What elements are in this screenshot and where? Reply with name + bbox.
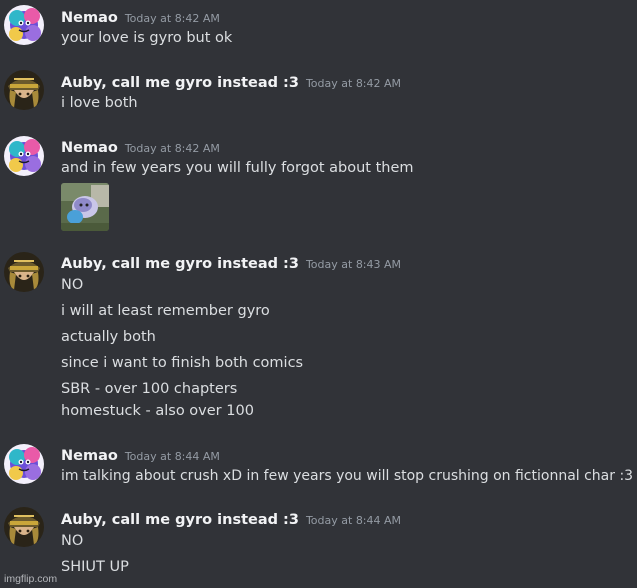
timestamp[interactable]: Today at 8:44 AM [125, 450, 220, 463]
auby-avatar-icon[interactable] [4, 252, 44, 292]
username[interactable]: Nemao [61, 448, 118, 464]
username[interactable]: Auby, call me gyro instead :3 [61, 512, 299, 528]
username[interactable]: Nemao [61, 10, 118, 26]
nemao-avatar-icon[interactable] [4, 136, 44, 176]
message-text: since i want to finish both comics [61, 355, 304, 371]
timestamp[interactable]: Today at 8:42 AM [125, 12, 220, 25]
message-text: your love is gyro but ok [61, 30, 233, 46]
message-text: im talking about crush xD in few years y… [61, 468, 634, 484]
message-text: NO [61, 533, 84, 549]
timestamp[interactable]: Today at 8:42 AM [306, 77, 401, 90]
auby-avatar-icon[interactable] [4, 507, 44, 547]
message-text: i love both [61, 95, 138, 111]
message-text: NO [61, 277, 84, 293]
auby-avatar-icon[interactable] [4, 70, 44, 110]
message-text: i will at least remember gyro [61, 303, 270, 319]
message-text: homestuck - also over 100 [61, 403, 254, 419]
message-text: SBR - over 100 chapters [61, 381, 238, 397]
image-thumbnail[interactable] [61, 183, 109, 231]
nemao-avatar-icon[interactable] [4, 5, 44, 45]
timestamp[interactable]: Today at 8:42 AM [125, 142, 220, 155]
timestamp[interactable]: Today at 8:44 AM [306, 514, 401, 527]
imgflip-watermark: imgflip.com [4, 573, 58, 585]
username[interactable]: Auby, call me gyro instead :3 [61, 256, 299, 272]
message-text: SHIUT UP [61, 559, 129, 575]
username[interactable]: Nemao [61, 140, 118, 156]
username[interactable]: Auby, call me gyro instead :3 [61, 75, 299, 91]
timestamp[interactable]: Today at 8:43 AM [306, 258, 401, 271]
message-text: and in few years you will fully forgot a… [61, 160, 414, 176]
message-text: actually both [61, 329, 156, 345]
nemao-avatar-icon[interactable] [4, 444, 44, 484]
